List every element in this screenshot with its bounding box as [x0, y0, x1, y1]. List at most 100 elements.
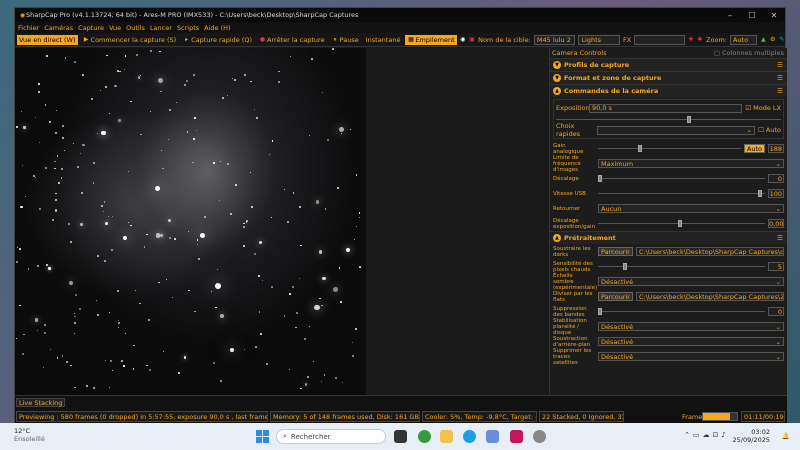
pause-icon: ⏸: [333, 36, 337, 43]
menu-capture[interactable]: Capture: [78, 24, 104, 32]
menu-cameras[interactable]: Caméras: [44, 24, 73, 32]
flats-select[interactable]: C:\Users\beck\Desktop\SharpCap Captures\…: [635, 292, 784, 301]
quick-choice-select[interactable]: ⌄: [597, 125, 755, 135]
browse-darks-button[interactable]: Parcourir: [598, 247, 633, 256]
menu-aide[interactable]: Aide (H): [204, 24, 230, 32]
menu-scripts[interactable]: Scripts: [177, 24, 199, 32]
mode-lx-checkbox[interactable]: ☑ Mode LX: [745, 104, 781, 112]
bright-star: [155, 186, 160, 191]
star: [326, 138, 329, 141]
menu-outils[interactable]: Outils: [126, 24, 145, 32]
sat-select[interactable]: Désactivé ⌄: [598, 352, 784, 361]
exp-gain-slider[interactable]: [598, 219, 765, 228]
menu-fichier[interactable]: Fichier: [18, 24, 39, 32]
live-stacking-tab[interactable]: Live Stacking: [16, 398, 66, 407]
fx-select[interactable]: [634, 34, 685, 45]
maximize-button[interactable]: ☐: [741, 11, 763, 20]
pin-icon[interactable]: ✎: [779, 36, 785, 43]
star: [143, 246, 146, 248]
notification-icon[interactable]: 🔔: [782, 432, 790, 440]
edge-icon[interactable]: [463, 430, 476, 443]
star: [188, 289, 190, 292]
exposure-input[interactable]: 90,0 s: [589, 103, 743, 113]
bg-select[interactable]: Désactivé ⌄: [598, 337, 784, 346]
flip-select[interactable]: Aucun ⌄: [598, 204, 784, 213]
offset-slider[interactable]: [598, 174, 765, 183]
auto-checkbox[interactable]: ☐ Auto: [758, 126, 781, 134]
status-area: Live Stacking Previewing : 580 frames (0…: [15, 395, 787, 424]
menu-icon[interactable]: ☰: [777, 61, 783, 69]
star: [130, 224, 132, 226]
windows-icon[interactable]: [486, 430, 499, 443]
reticle-icon[interactable]: ✱: [697, 36, 703, 43]
dark-frame-icon[interactable]: ▣: [469, 36, 475, 43]
section-preprocessing[interactable]: ▲ Prétraitement ☰: [550, 231, 787, 244]
stop-capture-button[interactable]: ● Arrêter la capture: [257, 35, 327, 45]
search-box[interactable]: ⌕ Rechercher: [276, 429, 386, 444]
stack-icon: ▦: [408, 36, 414, 43]
fx-label: FX: [622, 35, 632, 44]
star: [119, 70, 121, 72]
usb-value[interactable]: 100: [768, 189, 784, 198]
live-view-button[interactable]: Vue en direct (W): [17, 34, 78, 45]
start-button[interactable]: [256, 430, 269, 443]
sharpcap-taskbar-icon[interactable]: [533, 430, 546, 443]
dark-scale-select[interactable]: Désactivé ⌄: [598, 277, 784, 286]
weather-widget[interactable]: 12°C Ensoleillé: [14, 427, 45, 443]
offset-value[interactable]: 0: [768, 174, 784, 183]
gain-auto-button[interactable]: Auto: [743, 144, 765, 153]
menu-vue[interactable]: Vue: [109, 24, 121, 32]
live-image-view[interactable]: [15, 48, 366, 395]
multi-columns-toggle[interactable]: ▢ Colonnes multiples: [714, 49, 784, 57]
section-camera-controls[interactable]: ▲ Commandes de la caméra ☰: [550, 84, 787, 97]
stacking-button[interactable]: ▦ Empilement: [405, 34, 457, 45]
crosshair-icon[interactable]: ✚: [688, 36, 694, 43]
target-name-input[interactable]: M45 lulu 2: [533, 34, 576, 45]
freq-select[interactable]: Maximum ⌄: [598, 159, 784, 168]
usb-slider[interactable]: [598, 189, 765, 198]
browse-flats-button[interactable]: Parcourir: [598, 292, 633, 301]
collapse-icon: ▲: [553, 87, 561, 95]
menu-icon[interactable]: ☰: [777, 234, 783, 242]
exposure-label: Exposition: [556, 104, 590, 112]
clock[interactable]: 03:02 25/09/2025: [733, 428, 770, 444]
darks-select[interactable]: C:\Users\beck\Desktop\SharpCap Captures\…: [635, 247, 784, 256]
star: [355, 328, 357, 330]
pleiades-image: [15, 48, 366, 395]
histogram-icon[interactable]: ▲: [760, 36, 766, 43]
star: [314, 305, 320, 311]
app-green-icon[interactable]: [418, 430, 431, 443]
gain-value[interactable]: 188: [768, 144, 784, 153]
title-bar: ◉ SharpCap Pro (v4.1.13724, 64 bit) - Ar…: [15, 8, 785, 22]
pause-button[interactable]: ⏸ Pause: [330, 35, 361, 45]
zoom-select[interactable]: Auto: [729, 34, 758, 45]
frame-type-select[interactable]: Lights: [578, 34, 620, 45]
banding-slider[interactable]: [598, 307, 765, 316]
flatness-select[interactable]: Désactivé ⌄: [598, 322, 784, 331]
star: [216, 268, 218, 270]
hot-pixels-value[interactable]: 5: [768, 262, 784, 271]
empty-canvas-area: [366, 48, 549, 395]
darks-row: Soustraire les darks Parcourir C:\Users\…: [553, 245, 784, 258]
exposure-slider[interactable]: [556, 115, 781, 124]
menu-lancer[interactable]: Lancer: [150, 24, 172, 32]
start-capture-button[interactable]: ▶ Commencer la capture (S): [81, 35, 179, 45]
hot-pixels-slider[interactable]: [598, 262, 765, 271]
section-format[interactable]: ▼ Format et zone de capture ☰: [550, 71, 787, 84]
minimize-button[interactable]: –: [719, 11, 741, 20]
task-view-icon[interactable]: [394, 430, 407, 443]
quick-capture-button[interactable]: ▸ Capture rapide (Q): [181, 35, 254, 45]
snapshot-button[interactable]: Instantané: [364, 35, 403, 45]
gain-slider[interactable]: [598, 144, 741, 153]
file-explorer-icon[interactable]: [440, 430, 453, 443]
app-red-icon[interactable]: [510, 430, 523, 443]
section-profiles[interactable]: ▼ Profils de capture ☰: [550, 58, 787, 71]
menu-icon[interactable]: ☰: [777, 87, 783, 95]
close-button[interactable]: ✕: [763, 11, 785, 20]
exp-gain-value[interactable]: 0,00: [768, 219, 784, 228]
settings-icon[interactable]: ⚙: [770, 36, 776, 43]
banding-value[interactable]: 0: [768, 307, 784, 316]
record-icon[interactable]: ◉: [460, 36, 466, 43]
menu-icon[interactable]: ☰: [777, 74, 783, 82]
tray-icons[interactable]: ⌃▭☁⊡♪: [684, 431, 729, 439]
